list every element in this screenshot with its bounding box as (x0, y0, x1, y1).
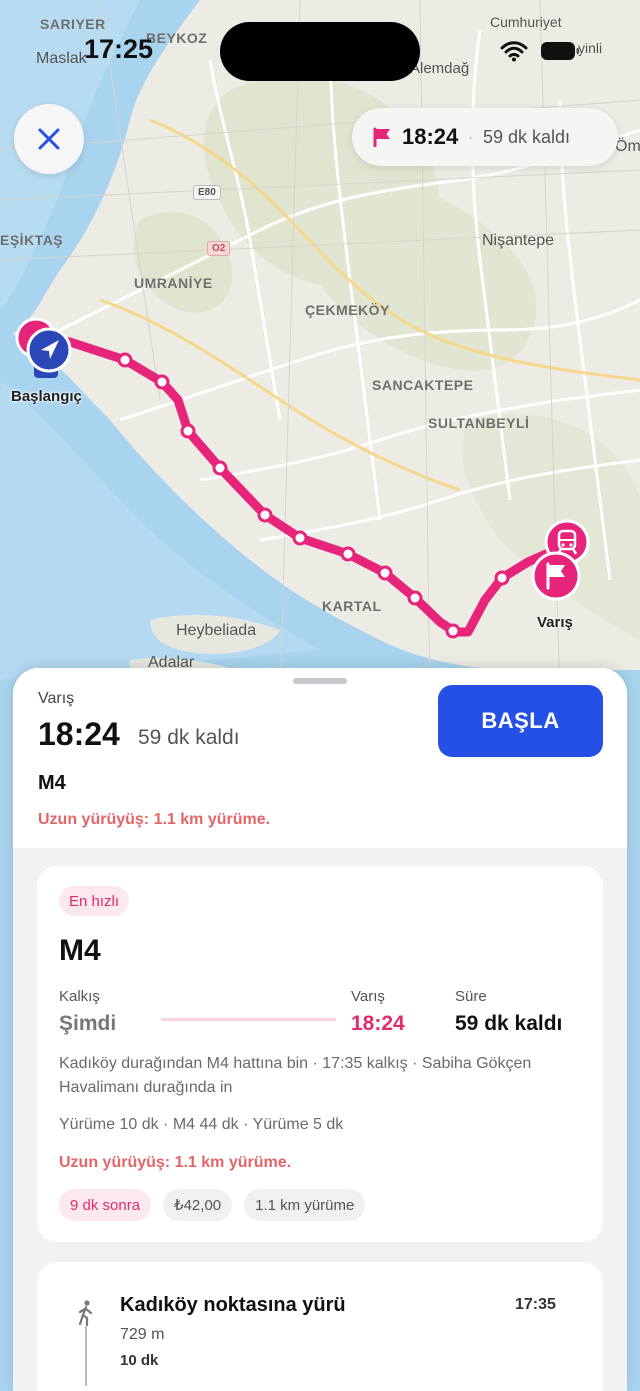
trip-progress-line (161, 1018, 336, 1021)
sheet-grabber[interactable] (293, 678, 347, 684)
wifi-icon (500, 41, 528, 62)
route-sheet[interactable]: Varış 18:24 59 dk kaldı BAŞLA M4 Uzun yü… (13, 668, 627, 1391)
long-walk-warning: Uzun yürüyüş: 1.1 km yürüme. (38, 811, 271, 828)
depart-label: Kalkış (59, 988, 100, 1005)
start-marker[interactable] (14, 317, 94, 388)
close-button[interactable] (14, 104, 84, 174)
card-long-walk-warning: Uzun yürüyüş: 1.1 km yürüme. (59, 1154, 292, 1171)
map-label-beykoz: BEYKOZ (146, 30, 208, 46)
step-title: Kadıköy noktasına yürü (120, 1294, 346, 1316)
map-label-cumhuriyet: Cumhuriyet (490, 14, 562, 30)
eta-remaining: 59 dk kaldı (482, 126, 571, 147)
card-line-name: M4 (59, 934, 101, 967)
chip-fare: ₺42,00 (163, 1189, 233, 1221)
map-label-besiktas: EŞİKTAŞ (0, 232, 64, 248)
chip-walk-distance: 1.1 km yürüme (244, 1189, 366, 1221)
step-duration: 10 dk (120, 1352, 159, 1369)
map-label-yinli: yinli (578, 40, 603, 56)
destination-marker-label: Varış (537, 614, 573, 631)
step-card[interactable]: Kadıköy noktasına yürü 17:35 729 m 10 dk (37, 1262, 603, 1391)
duration-value: 59 dk kaldı (455, 1012, 563, 1035)
route-legs: Yürüme 10 dk · M4 44 dk · Yürüme 5 dk (59, 1116, 344, 1133)
arrive-label: Varış (351, 988, 385, 1005)
route-line-name: M4 (38, 772, 66, 794)
map-label-heybeliada: Heybeliada (176, 622, 257, 639)
map-label-cekmekoy: ÇEKMEKÖY (305, 302, 390, 318)
arrival-label: Varış (38, 690, 75, 707)
step-connector-line (85, 1326, 87, 1386)
eta-separator: · (468, 129, 473, 145)
map-label-nisantepe: Nişantepe (482, 232, 555, 249)
map-label-omerli: Öm (615, 138, 640, 155)
route-chips: 9 dk sonra ₺42,00 1.1 km yürüme (59, 1189, 366, 1221)
eta-time: 18:24 (402, 124, 459, 149)
map-label-sancaktepe: SANCAKTEPE (372, 377, 474, 393)
arrival-remaining: 59 dk kaldı (138, 726, 240, 749)
arrive-value: 18:24 (351, 1012, 405, 1035)
start-button[interactable]: BAŞLA (438, 685, 603, 757)
status-time: 17:25 (84, 34, 154, 64)
step-time: 17:35 (515, 1296, 556, 1313)
battery-icon (541, 42, 579, 60)
map-label-kartal: KARTAL (322, 598, 382, 614)
chip-departs-in: 9 dk sonra (59, 1189, 152, 1221)
status-icons (500, 38, 580, 64)
map-label-sultanbeyli: SULTANBEYLİ (428, 415, 530, 431)
fastest-badge: En hızlı (59, 886, 130, 916)
depart-value: Şimdi (59, 1012, 117, 1035)
map-label-alemdag: Alemdağ (410, 60, 470, 77)
start-marker-label: Başlangıç (11, 388, 82, 405)
dynamic-island (220, 22, 420, 81)
duration-label: Süre (455, 988, 487, 1005)
eta-pill[interactable]: 18:24 · 59 dk kaldı (352, 108, 618, 166)
highway-shield-e80: E80 (193, 185, 221, 200)
flag-icon (373, 127, 390, 147)
map-label-maslak: Maslak (36, 50, 87, 67)
step-distance: 729 m (120, 1326, 165, 1343)
navigation-arrow-icon (15, 317, 72, 378)
map-label-umraniye: UMRANİYE (134, 275, 213, 291)
route-description: Kadıköy durağından M4 hattına bin · 17:3… (59, 1055, 532, 1096)
close-icon (38, 128, 60, 150)
arrival-time: 18:24 (38, 716, 120, 752)
map-label-sariyer: SARIYER (40, 16, 106, 32)
walking-person-icon (78, 1300, 93, 1326)
destination-marker[interactable] (528, 550, 584, 606)
flag-icon (531, 551, 581, 601)
sheet-header: Varış 18:24 59 dk kaldı BAŞLA M4 Uzun yü… (13, 668, 627, 848)
highway-shield-o2: O2 (207, 241, 231, 256)
route-option-card[interactable]: En hızlı M4 Kalkış Şimdi Varış 18:24 Sür… (37, 866, 603, 1242)
